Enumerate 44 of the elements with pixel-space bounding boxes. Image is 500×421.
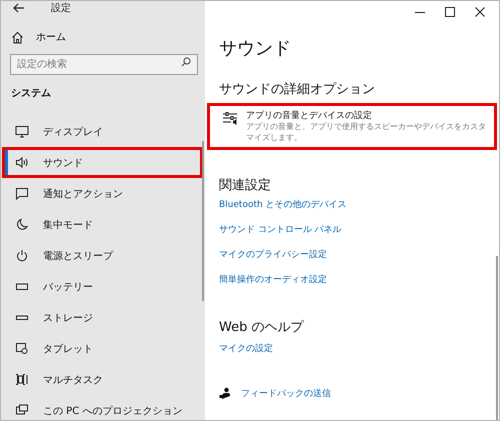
speaker-icon — [15, 156, 29, 169]
home-icon — [11, 30, 24, 44]
sidebar-item[interactable]: マルチタスク — [2, 364, 203, 395]
sidebar-item[interactable]: 通知とアクション — [2, 178, 203, 209]
feedback-link[interactable]: フィードバックの送信 — [219, 386, 331, 400]
section-heading: 関連設定 — [219, 176, 271, 194]
multitask-icon — [15, 373, 29, 386]
scrollbar[interactable] — [202, 141, 204, 301]
option-description: アプリの音量と、アプリで使用するスピーカーやデバイスをカスタマイズします。 — [246, 122, 487, 144]
sidebar-item[interactable]: 集中モード — [2, 209, 203, 240]
sliders-icon — [222, 111, 238, 125]
section-heading: Web のヘルプ — [219, 318, 304, 336]
page-title: サウンド — [219, 37, 291, 60]
maximize-icon[interactable] — [445, 7, 455, 17]
close-icon[interactable] — [475, 7, 485, 17]
monitor-icon — [15, 125, 29, 138]
search-field[interactable]: 設定の検索 — [10, 54, 198, 75]
sidebar-item[interactable]: この PC へのプロジェクション — [2, 395, 203, 420]
related-link[interactable]: 簡単操作のオーディオ設定 — [219, 272, 327, 298]
sidebar-item[interactable]: ディスプレイ — [2, 116, 203, 147]
person-icon — [219, 387, 231, 400]
chat-icon — [15, 187, 29, 200]
tablet-icon — [15, 342, 29, 355]
power-icon — [15, 249, 29, 262]
related-link[interactable]: サウンド コントロール パネル — [219, 222, 342, 248]
scrollbar[interactable] — [496, 256, 498, 420]
option-title: アプリの音量とデバイスの設定 — [246, 109, 373, 122]
moon-icon — [15, 218, 29, 231]
related-link[interactable]: マイクのプライバシー設定 — [219, 248, 327, 273]
app-volume-option[interactable]: アプリの音量とデバイスの設定 アプリの音量と、アプリで使用するスピーカーやデバイスをカスタマイズします。 — [207, 103, 497, 150]
search-icon — [181, 57, 191, 67]
sidebar-item[interactable]: バッテリー — [2, 271, 203, 302]
help-link[interactable]: マイクの設定 — [219, 342, 273, 367]
sidebar-item[interactable]: ストレージ — [2, 302, 203, 333]
home-link[interactable]: ホーム — [11, 30, 205, 44]
window-title: 設定 — [51, 2, 71, 15]
sidebar-item[interactable]: 電源とスリープ — [2, 240, 203, 271]
back-arrow-icon[interactable] — [13, 3, 25, 13]
sidebar-item[interactable]: タブレット — [2, 333, 203, 364]
sidebar-item[interactable]: サウンド — [2, 147, 203, 178]
section-heading: サウンドの詳細オプション — [219, 81, 375, 98]
project-icon — [15, 404, 29, 417]
section-heading: システム — [11, 87, 52, 100]
related-link[interactable]: Bluetooth とその他のデバイス — [219, 198, 347, 223]
